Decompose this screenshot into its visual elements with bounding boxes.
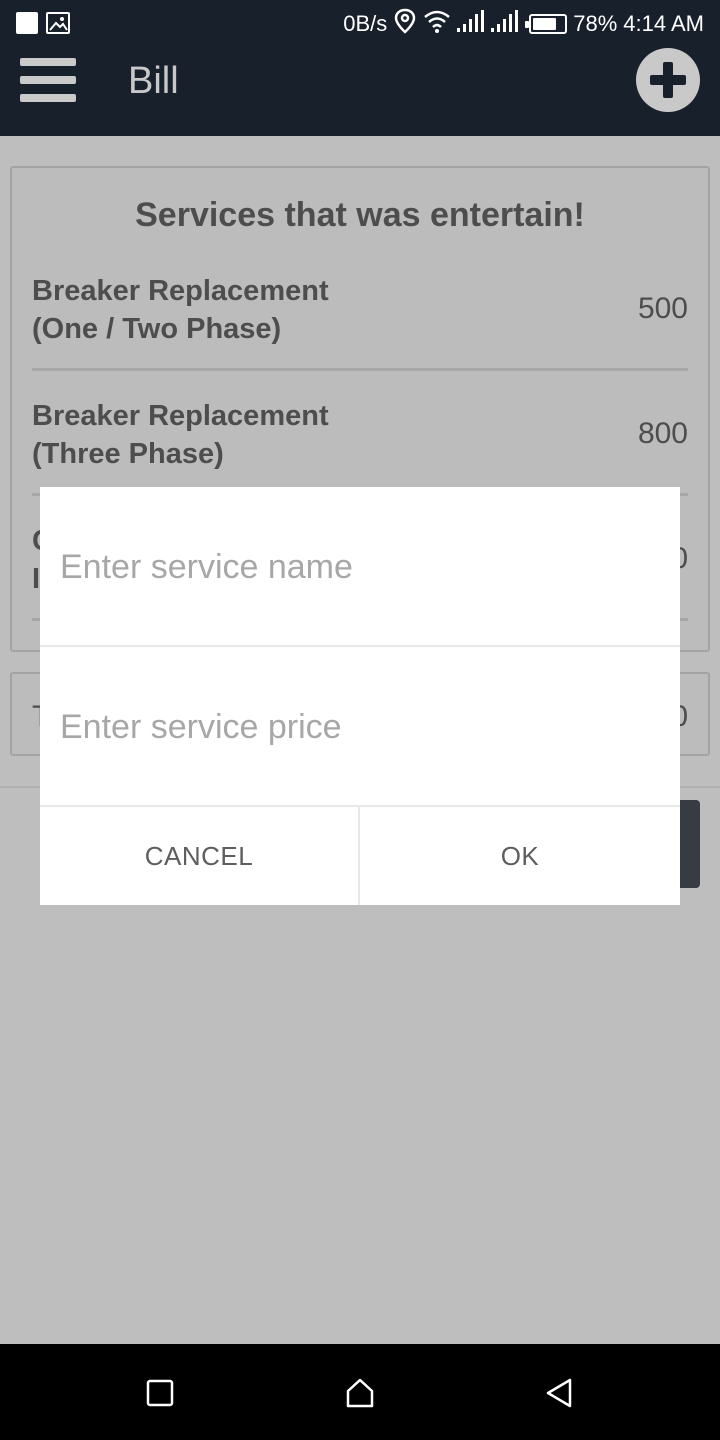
recent-apps-icon[interactable] <box>135 1368 185 1418</box>
service-name-input[interactable] <box>60 537 660 597</box>
status-bar: 0B/s 78% 4:14 AM <box>0 0 720 48</box>
hamburger-menu-icon[interactable] <box>20 54 76 106</box>
clock: 4:14 AM <box>623 11 704 36</box>
service-row: Breaker Replacement (Three Phase) 800 <box>32 397 688 497</box>
battery-level-fill <box>533 18 557 30</box>
service-row: Breaker Replacement (One / Two Phase) 50… <box>32 272 688 372</box>
status-indicators: 0B/s 78% 4:14 AM <box>343 0 704 48</box>
service-price-input[interactable] <box>60 697 660 757</box>
service-name: Breaker Replacement (Three Phase) <box>32 400 329 470</box>
home-icon[interactable] <box>335 1368 385 1418</box>
location-icon <box>393 8 417 40</box>
service-name-field-container <box>40 487 680 647</box>
wifi-icon <box>423 9 451 39</box>
service-price: 800 <box>637 417 688 450</box>
service-price-field-container <box>40 647 680 807</box>
cancel-button[interactable]: CANCEL <box>40 807 360 905</box>
service-name: Breaker Replacement (One / Two Phase) <box>32 275 329 345</box>
add-service-button[interactable] <box>636 48 700 112</box>
network-speed: 0B/s <box>343 11 388 36</box>
back-icon[interactable] <box>534 1368 584 1418</box>
services-title: Services that was entertain! <box>135 196 585 234</box>
divider <box>32 368 688 371</box>
page-title: Bill <box>128 60 179 102</box>
signal-icon <box>491 10 519 38</box>
ok-button[interactable]: OK <box>360 807 680 905</box>
add-service-dialog: CANCEL OK <box>40 487 680 905</box>
image-icon <box>46 12 70 34</box>
notification-square-icon <box>16 12 38 34</box>
service-price: 500 <box>637 292 688 325</box>
notification-icons <box>16 12 70 34</box>
battery-percent: 78% <box>573 11 618 36</box>
battery-icon <box>525 14 568 34</box>
navigation-bar <box>0 1344 720 1440</box>
signal-icon <box>457 10 485 38</box>
app-bar: Bill <box>0 48 720 136</box>
